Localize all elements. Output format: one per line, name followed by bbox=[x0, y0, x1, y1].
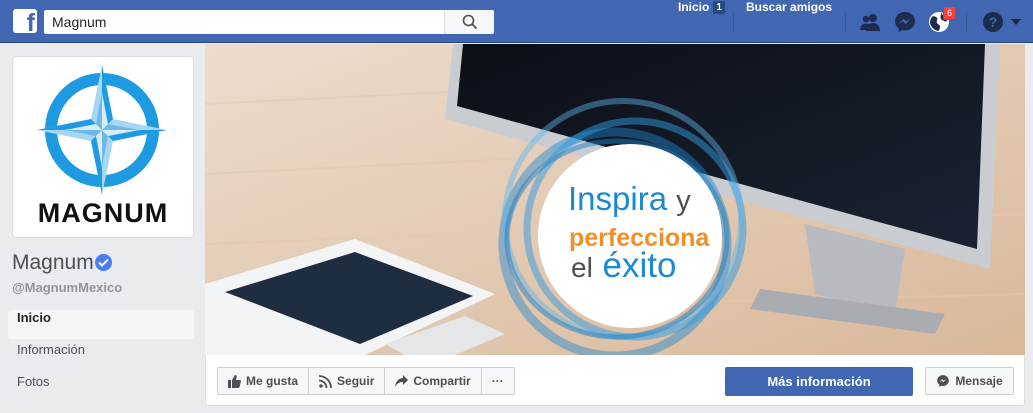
search-icon bbox=[462, 14, 477, 30]
action-button-group: Me gusta Seguir Compartir ··· bbox=[217, 367, 515, 395]
share-button[interactable]: Compartir bbox=[385, 368, 482, 394]
page-name[interactable]: Magnum bbox=[12, 251, 94, 275]
cover-text-line3: el éxito bbox=[571, 246, 676, 286]
cover-line1-tail: y bbox=[676, 185, 691, 217]
search-box bbox=[44, 10, 494, 34]
nav-divider bbox=[733, 13, 734, 31]
like-button[interactable]: Me gusta bbox=[218, 368, 310, 394]
share-arrow-icon bbox=[395, 375, 409, 387]
verified-icon bbox=[95, 254, 112, 271]
top-navigation-bar: f Inicio1 Buscar amigos 6 ? bbox=[0, 0, 1033, 43]
nav-find-friends-link[interactable]: Buscar amigos bbox=[746, 0, 832, 43]
sidebar-item-inicio[interactable]: Inicio bbox=[8, 310, 194, 339]
share-button-label: Compartir bbox=[413, 374, 471, 388]
cover-line3-word: el bbox=[571, 252, 593, 283]
message-button-label: Mensaje bbox=[955, 374, 1003, 388]
like-button-label: Me gusta bbox=[246, 374, 299, 388]
nav-home-count: 1 bbox=[713, 1, 725, 14]
help-icon[interactable]: ? bbox=[981, 10, 1005, 34]
sidebar-item-informacion[interactable]: Información bbox=[8, 342, 194, 371]
search-button[interactable] bbox=[444, 10, 494, 34]
follow-button-label: Seguir bbox=[337, 374, 375, 388]
messenger-icon bbox=[937, 375, 950, 387]
search-input[interactable] bbox=[44, 10, 444, 34]
thumb-up-icon bbox=[228, 374, 241, 388]
facebook-logo-icon[interactable]: f bbox=[13, 9, 37, 33]
follow-button[interactable]: Seguir bbox=[309, 368, 386, 394]
more-options-button[interactable]: ··· bbox=[482, 368, 514, 394]
nav-divider bbox=[845, 13, 846, 31]
profile-logo-text: MAGNUM bbox=[37, 198, 169, 228]
nav-divider bbox=[966, 13, 967, 31]
cover-text-line1: Inspira y bbox=[568, 180, 691, 218]
cover-line3-tail: éxito bbox=[602, 246, 677, 285]
page-handle[interactable]: @MagnumMexico bbox=[12, 280, 122, 295]
cover-line1-word: Inspira bbox=[568, 180, 668, 217]
profile-picture[interactable]: MAGNUM bbox=[12, 56, 194, 238]
notifications-count-badge: 6 bbox=[943, 6, 957, 20]
dropdown-icon[interactable] bbox=[1009, 16, 1023, 28]
page-action-bar: Me gusta Seguir Compartir ··· Más inform… bbox=[205, 355, 1025, 406]
cover-photo[interactable]: Inspira y perfecciona el éxito bbox=[205, 44, 1025, 355]
messenger-icon[interactable] bbox=[893, 10, 917, 34]
nav-home-link[interactable]: Inicio 1 bbox=[678, 0, 725, 43]
svg-text:?: ? bbox=[989, 14, 998, 30]
rss-icon bbox=[319, 374, 332, 388]
sidebar-item-fotos[interactable]: Fotos bbox=[8, 374, 194, 403]
more-info-button[interactable]: Más información bbox=[725, 367, 913, 396]
message-button[interactable]: Mensaje bbox=[925, 367, 1014, 395]
nav-home-label: Inicio bbox=[678, 0, 710, 14]
friends-icon[interactable] bbox=[858, 10, 882, 34]
